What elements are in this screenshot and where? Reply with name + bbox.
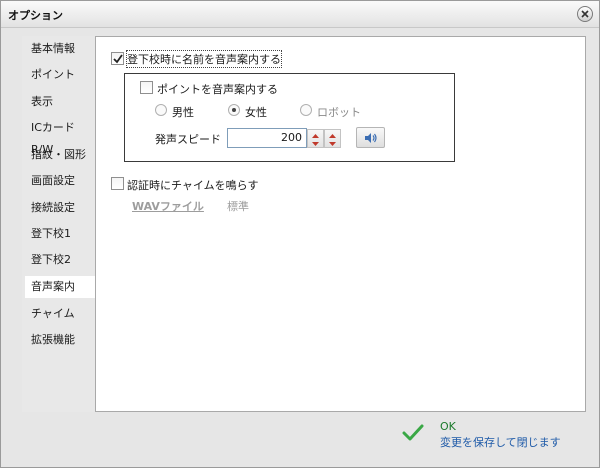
- wav-file-link[interactable]: WAVファイル: [132, 198, 204, 214]
- down-arrow-icon: [329, 142, 336, 146]
- speaker-icon: [365, 133, 377, 143]
- speed-down-button[interactable]: [308, 139, 323, 148]
- radio-selected-dot: [232, 108, 236, 112]
- options-dialog: オプション 基本情報 ポイント 表示 ICカードR/W 指紋・図形 画面設定 接…: [0, 0, 600, 468]
- sidebar-item-fingerprint[interactable]: 指紋・図形: [22, 144, 96, 166]
- speech-speed-input[interactable]: 200: [227, 128, 307, 148]
- down-arrow-icon: [312, 142, 319, 146]
- speed-up-button-2[interactable]: [325, 130, 340, 139]
- sidebar-item-points[interactable]: ポイント: [22, 64, 96, 86]
- speed-spinner-2[interactable]: [324, 129, 341, 148]
- sidebar-item-basic-info[interactable]: 基本情報: [22, 38, 96, 60]
- settings-panel: 登下校時に名前を音声案内する ポイントを音声案内する 男性 女性 ロボット 発声…: [95, 36, 586, 412]
- sidebar-item-ic-card[interactable]: ICカードR/W: [22, 117, 96, 156]
- title-bar: オプション: [1, 1, 599, 28]
- announce-points-label[interactable]: ポイントを音声案内する: [157, 81, 278, 97]
- gender-male-radio[interactable]: [155, 104, 167, 116]
- gender-female-radio[interactable]: [228, 104, 240, 116]
- sidebar-item-screen-settings[interactable]: 画面設定: [22, 170, 96, 192]
- ok-description: 変更を保存して閉じます: [440, 436, 561, 449]
- checkmark-icon: [113, 54, 123, 64]
- announce-name-checkbox[interactable]: [111, 52, 124, 65]
- speed-spinner-1[interactable]: [307, 129, 324, 148]
- announce-points-checkbox[interactable]: [140, 81, 153, 94]
- gender-robot-label[interactable]: ロボット: [317, 104, 361, 120]
- sidebar: 基本情報 ポイント 表示 ICカードR/W 指紋・図形 画面設定 接続設定 登下…: [22, 36, 97, 412]
- checkmark-icon: [402, 424, 424, 441]
- sidebar-item-attendance-1[interactable]: 登下校1: [22, 223, 96, 245]
- chime-checkbox[interactable]: [111, 177, 124, 190]
- sidebar-item-display[interactable]: 表示: [22, 91, 96, 113]
- sidebar-item-chime[interactable]: チャイム: [22, 303, 96, 325]
- voice-preview-button[interactable]: [356, 127, 385, 148]
- voice-options-group: ポイントを音声案内する 男性 女性 ロボット 発声スピード 200: [124, 73, 455, 162]
- speed-up-button[interactable]: [308, 130, 323, 139]
- chime-label[interactable]: 認証時にチャイムを鳴らす: [127, 177, 258, 193]
- dialog-title: オプション: [8, 9, 63, 22]
- gender-female-label[interactable]: 女性: [245, 104, 267, 120]
- speed-down-button-2[interactable]: [325, 139, 340, 148]
- gender-male-label[interactable]: 男性: [172, 104, 194, 120]
- gender-robot-radio[interactable]: [300, 104, 312, 116]
- sidebar-item-attendance-2[interactable]: 登下校2: [22, 249, 96, 271]
- ok-button[interactable]: OK 変更を保存して閉じます: [402, 420, 592, 456]
- sidebar-item-voice-guide[interactable]: 音声案内: [25, 276, 97, 298]
- announce-name-label[interactable]: 登下校時に名前を音声案内する: [126, 50, 282, 68]
- close-button[interactable]: [577, 6, 593, 22]
- sidebar-item-extensions[interactable]: 拡張機能: [22, 329, 96, 351]
- standard-sound-label: 標準: [227, 200, 249, 213]
- speech-speed-label: 発声スピード: [155, 133, 221, 146]
- ok-label: OK: [440, 420, 456, 433]
- sidebar-item-connection-settings[interactable]: 接続設定: [22, 197, 96, 219]
- close-icon: [581, 10, 589, 18]
